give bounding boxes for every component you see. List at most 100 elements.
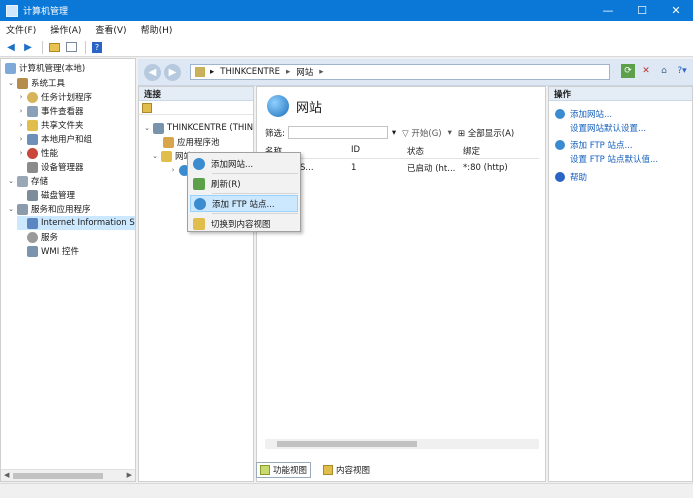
conn-item-server[interactable]: ⌄ THINKCENTRE (THIN bbox=[143, 121, 253, 135]
collapse-icon[interactable]: ⌄ bbox=[7, 177, 15, 185]
status-bar bbox=[0, 483, 693, 498]
menu-bar: 文件(F) 操作(A) 查看(V) 帮助(H) bbox=[0, 21, 693, 38]
action-add-ftp[interactable]: 添加 FTP 站点... bbox=[555, 139, 633, 151]
collapse-icon[interactable]: ⌄ bbox=[151, 152, 159, 160]
breadcrumb-sites[interactable]: 网站 bbox=[296, 66, 313, 78]
menu-help[interactable]: 帮助(H) bbox=[141, 23, 173, 36]
start-filter-button[interactable]: ▽ 开始(G) bbox=[402, 127, 441, 139]
page-title: 网站 bbox=[267, 95, 322, 117]
back-button[interactable]: ◀ bbox=[144, 64, 161, 81]
forward-arrow-icon[interactable]: ▶ bbox=[21, 40, 35, 54]
back-arrow-icon[interactable]: ◀ bbox=[4, 40, 18, 54]
expand-icon[interactable]: › bbox=[17, 121, 25, 129]
context-separator bbox=[212, 173, 298, 174]
tree-item-system-tools[interactable]: ⌄ 系统工具 bbox=[7, 76, 65, 90]
tree-item-performance[interactable]: › 性能 bbox=[17, 146, 58, 160]
filter-input[interactable] bbox=[287, 126, 388, 139]
column-header-id[interactable]: ID bbox=[351, 145, 407, 158]
tree-item-services-apps[interactable]: ⌄ 服务和应用程序 bbox=[7, 202, 91, 216]
column-header-status[interactable]: 状态 bbox=[407, 145, 463, 158]
connections-header: 连接 bbox=[139, 87, 253, 101]
tree-item-task-scheduler[interactable]: › 任务计划程序 bbox=[17, 90, 92, 104]
action-link[interactable]: 帮助 bbox=[570, 171, 587, 183]
tree-item-shared-folders[interactable]: › 共享文件夹 bbox=[17, 118, 84, 132]
expand-icon[interactable]: › bbox=[17, 107, 25, 115]
tree-item-device-manager[interactable]: 设备管理器 bbox=[25, 160, 84, 174]
collapse-icon[interactable]: ⌄ bbox=[7, 79, 15, 87]
expand-icon[interactable]: › bbox=[17, 135, 25, 143]
dropdown-arrow-icon[interactable]: ▾ bbox=[448, 128, 452, 138]
separator-icon: ▸ bbox=[319, 67, 324, 77]
connections-pane: 连接 ⌄ THINKCENTRE (THIN 应用程序池 ⌄ 网站 › bbox=[138, 86, 254, 482]
stop-icon[interactable]: ✕ bbox=[639, 64, 653, 78]
tree-item-services[interactable]: 服务 bbox=[25, 230, 58, 244]
column-header-binding[interactable]: 绑定 bbox=[463, 145, 533, 158]
content-view-icon bbox=[323, 465, 334, 475]
scroll-left-icon[interactable]: ◀ bbox=[4, 471, 9, 479]
tools-icon bbox=[17, 77, 28, 89]
action-link[interactable]: 添加网站... bbox=[570, 108, 612, 120]
action-set-ftp-defaults[interactable]: 设置 FTP 站点默认值... bbox=[570, 153, 658, 165]
actions-pane: 操作 添加网站... 设置网站默认设置... 添加 FTP 站点... 设置 F… bbox=[548, 86, 693, 482]
context-separator bbox=[212, 193, 298, 194]
show-all-button[interactable]: ⊞ 全部显示(A) bbox=[458, 127, 514, 139]
toolbar-separator bbox=[42, 40, 43, 54]
tree-label: Internet Information S bbox=[41, 218, 135, 228]
ftp-globe-icon bbox=[555, 140, 565, 150]
context-item-add-ftp[interactable]: 添加 FTP 站点... bbox=[190, 195, 298, 212]
scrollbar-thumb[interactable] bbox=[277, 441, 417, 447]
iis-address-bar: ◀ ▶ ▸ THINKCENTRE ▸ 网站 ▸ ⟳ ✕ ⌂ ?▾ bbox=[138, 59, 693, 86]
view-tabs: 功能视图 内容视图 bbox=[256, 462, 382, 478]
tree-label: 本地用户和组 bbox=[41, 135, 93, 145]
menu-action[interactable]: 操作(A) bbox=[50, 23, 81, 36]
refresh-icon[interactable]: ⟳ bbox=[621, 64, 635, 78]
tree-item-iis[interactable]: Internet Information S bbox=[17, 216, 135, 230]
table-row[interactable]: ult Web S... 1 已启动 (ht... *:80 (http) bbox=[265, 161, 539, 175]
help-icon[interactable]: ?▾ bbox=[675, 64, 689, 78]
connect-icon[interactable] bbox=[142, 102, 152, 113]
folder-up-icon[interactable] bbox=[47, 40, 61, 54]
tab-features-view[interactable]: 功能视图 bbox=[256, 462, 312, 478]
tree-item-wmi[interactable]: WMI 控件 bbox=[25, 244, 79, 258]
menu-view[interactable]: 查看(V) bbox=[95, 23, 126, 36]
action-set-site-defaults[interactable]: 设置网站默认设置... bbox=[570, 122, 646, 134]
action-add-site[interactable]: 添加网站... bbox=[555, 108, 612, 120]
storage-icon bbox=[17, 175, 28, 187]
tree-item-root[interactable]: 计算机管理(本地) bbox=[3, 61, 85, 75]
action-help[interactable]: 帮助 bbox=[555, 171, 587, 183]
gear-icon bbox=[27, 231, 38, 243]
context-item-add-site[interactable]: 添加网站... bbox=[190, 155, 298, 172]
content-horizontal-scrollbar[interactable] bbox=[265, 439, 539, 449]
scroll-right-icon[interactable]: ▶ bbox=[127, 471, 132, 479]
address-breadcrumb[interactable]: ▸ THINKCENTRE ▸ 网站 ▸ bbox=[190, 64, 610, 80]
action-link[interactable]: 添加 FTP 站点... bbox=[570, 139, 633, 151]
help-icon[interactable]: ? bbox=[90, 40, 104, 54]
menu-file[interactable]: 文件(F) bbox=[6, 23, 36, 36]
tree-item-disk-management[interactable]: 磁盘管理 bbox=[25, 188, 75, 202]
home-icon[interactable]: ⌂ bbox=[657, 64, 671, 78]
expand-icon[interactable]: › bbox=[17, 93, 25, 101]
tree-horizontal-scrollbar[interactable]: ◀ ▶ bbox=[1, 469, 135, 481]
context-item-refresh[interactable]: 刷新(R) bbox=[190, 175, 298, 192]
computer-management-icon bbox=[6, 4, 18, 17]
maximize-button[interactable]: ☐ bbox=[625, 0, 659, 21]
collapse-icon[interactable]: ⌄ bbox=[7, 205, 15, 213]
close-button[interactable]: ✕ bbox=[659, 0, 693, 21]
minimize-button[interactable]: — bbox=[591, 0, 625, 21]
conn-item-app-pools[interactable]: 应用程序池 bbox=[161, 135, 220, 149]
show-hide-tree-icon[interactable] bbox=[64, 40, 78, 54]
tab-content-view[interactable]: 内容视图 bbox=[319, 462, 374, 478]
tree-item-local-users[interactable]: › 本地用户和组 bbox=[17, 132, 92, 146]
expand-icon[interactable]: › bbox=[169, 166, 177, 174]
expand-icon[interactable]: › bbox=[17, 149, 25, 157]
page-title-text: 网站 bbox=[296, 100, 323, 116]
forward-button[interactable]: ▶ bbox=[164, 64, 181, 81]
tree-item-event-viewer[interactable]: › 事件查看器 bbox=[17, 104, 84, 118]
tree-item-storage[interactable]: ⌄ 存储 bbox=[7, 174, 48, 188]
context-item-switch-content-view[interactable]: 切换到内容视图 bbox=[190, 215, 298, 232]
scrollbar-thumb[interactable] bbox=[13, 473, 103, 479]
conn-item-sites[interactable]: ⌄ 网站 bbox=[151, 149, 192, 163]
breadcrumb-server[interactable]: THINKCENTRE bbox=[220, 67, 280, 77]
collapse-icon[interactable]: ⌄ bbox=[143, 124, 151, 132]
dropdown-arrow-icon[interactable]: ▾ bbox=[392, 128, 396, 138]
